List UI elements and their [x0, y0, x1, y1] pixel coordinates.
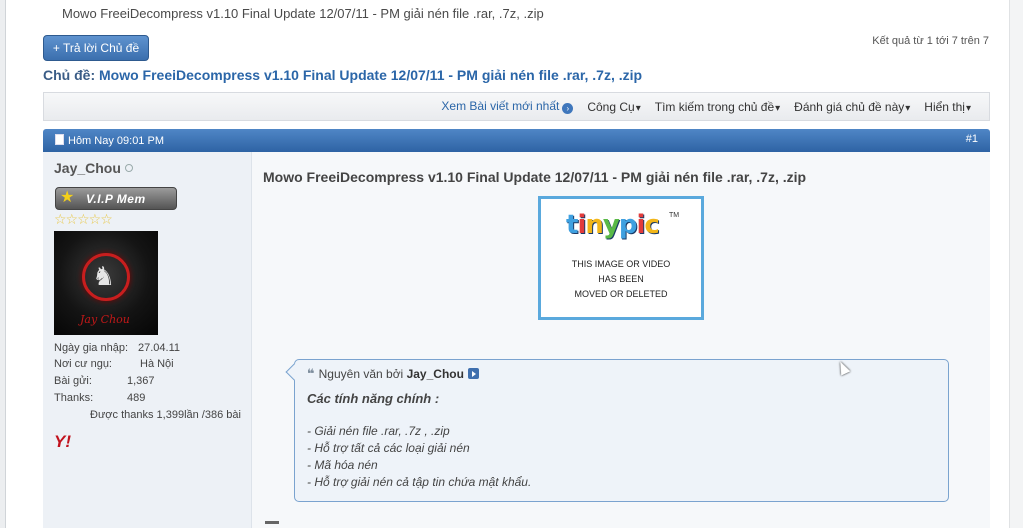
- join-date-row: Ngày gia nhập: 27.04.11: [54, 342, 180, 354]
- quote-line: - Mã hóa nén: [307, 458, 378, 472]
- tinypic-logo: tinypic: [566, 210, 660, 240]
- results-count: Kết quả từ 1 tới 7 trên 7: [872, 35, 989, 47]
- rate-thread-menu[interactable]: Đánh giá chủ đề này: [794, 100, 910, 114]
- thanks-label: Thanks:: [54, 392, 94, 404]
- post-date: Hôm Nay 09:01 PM: [55, 134, 164, 147]
- post-count-label: Bài gửi:: [54, 375, 92, 387]
- image-message-line: HAS BEEN: [598, 274, 644, 284]
- user-info-panel: Jay_Chou ★ V.I.P Mem ☆☆☆☆☆ ♞ Jay Chou Ng…: [43, 152, 252, 528]
- username-text: Jay_Chou: [54, 160, 121, 176]
- post-date-text: Hôm Nay 09:01 PM: [68, 135, 164, 147]
- join-date-value: 27.04.11: [138, 342, 181, 354]
- view-post-icon[interactable]: [467, 368, 479, 379]
- tinypic-logo-text: tinypic: [566, 210, 660, 240]
- trademark-mark: TM: [669, 212, 680, 219]
- post-number-link[interactable]: #1: [966, 133, 978, 145]
- thread-title: Chủ đề: Mowo FreeiDecompress v1.10 Final…: [43, 67, 642, 83]
- document-icon: [55, 134, 64, 145]
- quote-icon: ❝: [307, 366, 315, 381]
- page-heading: Mowo FreeiDecompress v1.10 Final Update …: [62, 6, 544, 21]
- thread-title-link[interactable]: Mowo FreeiDecompress v1.10 Final Update …: [99, 67, 642, 83]
- star-icon: ★: [60, 189, 75, 206]
- quote-header: ❝ Nguyên văn bởi Jay_Chou: [307, 366, 479, 382]
- tinypic-logo-letter: t: [566, 210, 578, 240]
- window-left-edge: [0, 0, 6, 528]
- quote-prefix: Nguyên văn bởi: [318, 367, 404, 381]
- arrow-circle-icon: ›: [562, 103, 574, 114]
- quote-notch: [285, 363, 303, 381]
- tools-menu[interactable]: Công Cụ: [587, 100, 640, 114]
- yahoo-messenger-icon[interactable]: Y!: [54, 432, 71, 452]
- thread-toolbar: Xem Bài viết mới nhất› Công Cụ Tìm kiếm …: [43, 92, 990, 121]
- tinypic-logo-letter: y: [602, 210, 620, 240]
- dragon-icon: ♞: [92, 261, 116, 291]
- thanks-value: 489: [127, 392, 146, 404]
- reputation-stars: ☆☆☆☆☆: [54, 211, 113, 227]
- rank-text: V.I.P Mem: [86, 192, 146, 206]
- join-date-label: Ngày gia nhập:: [54, 342, 128, 354]
- tinypic-logo-letter: c: [644, 210, 659, 240]
- post-count-row: Bài gửi: 1,367: [54, 375, 155, 387]
- new-posts-label: Xem Bài viết mới nhất: [441, 99, 560, 113]
- location-row: Nơi cư ngụ: Hà Nội: [54, 358, 174, 370]
- tinypic-logo-letter: n: [585, 210, 603, 240]
- display-mode-menu[interactable]: Hiển thị: [924, 100, 971, 114]
- image-removed-message: THIS IMAGE OR VIDEO HAS BEEN MOVED OR DE…: [541, 257, 701, 302]
- tinypic-placeholder-image: tinypic TM THIS IMAGE OR VIDEO HAS BEEN …: [538, 196, 704, 320]
- location-value: Hà Nội: [140, 358, 174, 370]
- quote-block: ❝ Nguyên văn bởi Jay_Chou Các tính năng c…: [285, 359, 949, 502]
- search-thread-menu[interactable]: Tìm kiếm trong chủ đề: [655, 100, 780, 114]
- offline-status-icon: [124, 164, 133, 172]
- image-message-line: MOVED OR DELETED: [574, 289, 668, 299]
- quote-title: Các tính năng chính :: [307, 391, 440, 406]
- thread-label: Chủ đề:: [43, 67, 96, 83]
- username-link[interactable]: Jay_Chou: [54, 160, 133, 176]
- avatar-signature: Jay Chou: [80, 313, 130, 326]
- quote-author: Jay_Chou: [406, 367, 464, 381]
- tinypic-logo-letter: p: [618, 210, 638, 240]
- avatar[interactable]: ♞ Jay Chou: [54, 231, 158, 335]
- thanked-count: Được thanks 1,399lần /386 bài: [90, 409, 241, 421]
- quote-line: - Hỗ trợ tất cả các loại giải nén: [307, 441, 470, 455]
- quote-line: - Giải nén file .rar, .7z , .zip: [307, 424, 450, 438]
- quote-line: - Hỗ trợ giải nén cả tập tin chứa mật kh…: [307, 475, 532, 489]
- image-message-line: THIS IMAGE OR VIDEO: [571, 259, 671, 269]
- location-label: Nơi cư ngụ:: [54, 358, 112, 370]
- post-title: Mowo FreeiDecompress v1.10 Final Update …: [263, 169, 807, 185]
- forum-page: Mowo FreeiDecompress v1.10 Final Update …: [0, 0, 1023, 528]
- quote-body: Các tính năng chính : - Giải nén file .r…: [307, 390, 531, 491]
- clipped-content-fragment: [265, 521, 279, 524]
- reply-thread-button[interactable]: + Trả lời Chủ đề: [43, 35, 149, 61]
- post-content: Mowo FreeiDecompress v1.10 Final Update …: [252, 152, 990, 528]
- post-count-value: 1,367: [127, 375, 155, 387]
- window-right-edge: [1009, 0, 1023, 528]
- thanks-row: Thanks: 489: [54, 392, 145, 404]
- rank-badge: ★ V.I.P Mem: [55, 187, 177, 210]
- new-posts-link[interactable]: Xem Bài viết mới nhất ›: [441, 99, 574, 114]
- post-header: Hôm Nay 09:01 PM #1: [43, 129, 990, 152]
